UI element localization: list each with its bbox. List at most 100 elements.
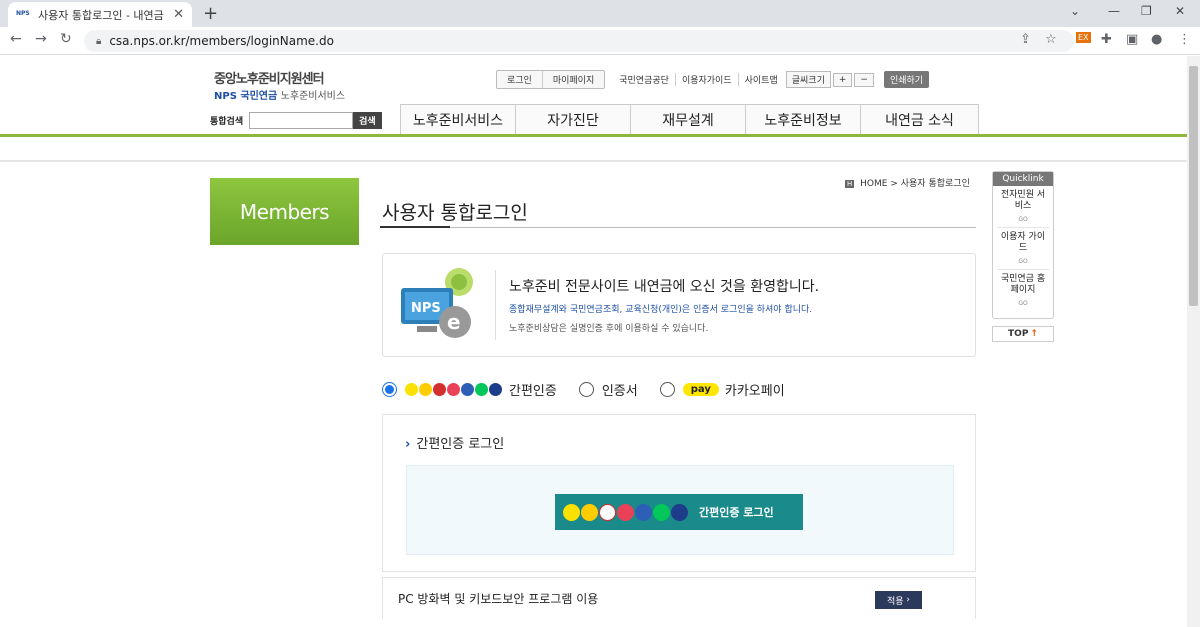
font-increase-button[interactable]: + xyxy=(832,72,853,87)
shinhan-icon xyxy=(489,383,502,396)
nav-item-news[interactable]: 내연금 소식 xyxy=(860,105,979,135)
scrollbar-thumb[interactable] xyxy=(1189,66,1198,306)
go-label: GO xyxy=(1018,258,1028,265)
mypage-link[interactable]: 마이페이지 xyxy=(543,71,604,88)
apply-button[interactable]: 적용 › xyxy=(875,591,922,609)
kakaopay-label[interactable]: 카카오페이 xyxy=(725,380,785,399)
nps-monitor-icon: NPS e xyxy=(401,268,473,338)
payco-icon xyxy=(599,503,616,521)
forward-icon[interactable]: → xyxy=(35,31,47,47)
quicklink-header: Quicklink xyxy=(993,172,1053,186)
welcome-divider xyxy=(495,270,496,340)
pc-security-row: PC 방화벽 및 키보드보안 프로그램 이용 적용 › xyxy=(382,577,976,619)
certificate-label[interactable]: 인증서 xyxy=(602,380,638,399)
new-tab-icon[interactable]: + xyxy=(203,3,218,24)
menu-kebab-icon[interactable]: ⋮ xyxy=(1178,32,1191,47)
nav-item-service[interactable]: 노후준비서비스 xyxy=(400,105,515,135)
bookmark-star-icon[interactable]: ☆ xyxy=(1045,32,1057,47)
kakaopay-badge-icon: pay xyxy=(682,383,719,396)
font-decrease-button[interactable]: − xyxy=(854,72,874,87)
radio-certificate[interactable] xyxy=(578,382,594,397)
naver-icon xyxy=(475,383,488,396)
simple-auth-heading-text: 간편인증 로그인 xyxy=(416,437,505,452)
browser-toolbar: ← → ↻ 🔒︎ csa.nps.or.kr/members/loginName… xyxy=(0,27,1200,55)
welcome-subnotice: 노후준비상담은 실명인증 후에 이용하실 수 있습니다. xyxy=(509,324,709,334)
logo-nps-text: NPS 국민연금 xyxy=(214,91,278,102)
close-tab-icon[interactable]: ✕ xyxy=(173,7,184,22)
main-nav: 노후준비서비스 자가진단 재무설계 노후준비정보 내연금 소식 xyxy=(400,104,979,135)
nps-favicon-icon: NPS xyxy=(16,9,30,17)
radio-simple-auth[interactable] xyxy=(382,382,397,397)
welcome-title: 노후준비 전문사이트 내연금에 오신 것을 환영합니다. xyxy=(509,279,820,295)
sitemap-link[interactable]: 사이트맵 xyxy=(739,73,784,86)
restore-icon[interactable]: ❐ xyxy=(1141,4,1152,18)
pc-security-label: PC 방화벽 및 키보드보안 프로그램 이용 xyxy=(398,592,599,606)
home-icon: H xyxy=(845,180,855,188)
simple-auth-login-label: 간편인증 로그인 xyxy=(699,506,774,519)
breadcrumb-current: 사용자 통합로그인 xyxy=(900,179,970,189)
nav-item-info[interactable]: 노후준비정보 xyxy=(745,105,860,135)
quicklink-item-label: 전자민원 서비스 xyxy=(1000,190,1046,211)
svg-text:NPS: NPS xyxy=(411,301,441,316)
welcome-notice: 종합재무설계와 국민연금조회, 교육신청(개인)은 인증서 로그인을 하셔야 합… xyxy=(509,305,813,315)
top-button[interactable]: TOP ↑ xyxy=(992,326,1054,342)
simple-auth-box: › 간편인증 로그인 간편인증 로그인 xyxy=(382,414,976,572)
auth-method-options: 간편인증 인증서 pay 카카오페이 xyxy=(382,380,785,399)
logo-service-text: 노후준비서비스 xyxy=(280,91,346,102)
extensions-puzzle-icon[interactable]: ✚ xyxy=(1101,32,1112,47)
bank-icon xyxy=(461,383,474,396)
url-text: csa.nps.or.kr/members/loginName.do xyxy=(109,34,334,48)
profile-avatar-icon[interactable]: ● xyxy=(1151,32,1162,47)
address-bar[interactable]: 🔒︎ csa.nps.or.kr/members/loginName.do xyxy=(84,30,1074,52)
close-window-icon[interactable]: ✕ xyxy=(1175,4,1185,18)
tab-search-icon[interactable]: ⌄ xyxy=(1070,4,1080,18)
guide-link[interactable]: 이용자가이드 xyxy=(676,73,739,86)
nav-item-finance[interactable]: 재무설계 xyxy=(630,105,745,135)
simple-auth-label[interactable]: 간편인증 xyxy=(509,380,557,399)
quicklink-item-label: 국민연금 홈페이지 xyxy=(1000,274,1046,295)
welcome-box: NPS e 노후준비 전문사이트 내연금에 오신 것을 환영합니다. 종합재무설… xyxy=(382,253,976,357)
search-input[interactable] xyxy=(249,112,354,129)
lock-icon: 🔒︎ xyxy=(96,35,102,47)
utility-nav: 로그인 마이페이지 국민연금공단 이용자가이드 사이트맵 글씨크기 + − 인쇄… xyxy=(496,70,930,89)
site-search: 통합검색 검색 xyxy=(210,112,382,129)
print-button[interactable]: 인쇄하기 xyxy=(883,71,930,88)
breadcrumb-home[interactable]: HOME xyxy=(860,179,887,189)
reload-icon[interactable]: ↻ xyxy=(60,31,72,47)
breadcrumb: H HOME > 사용자 통합로그인 xyxy=(845,176,970,189)
browser-tab[interactable]: NPS 사용자 통합로그인 - 내연금 ✕ xyxy=(8,2,192,27)
simple-auth-login-button[interactable]: 간편인증 로그인 xyxy=(555,494,803,530)
naver-icon xyxy=(653,503,670,521)
radio-kakaopay[interactable] xyxy=(659,382,675,397)
shinhan-icon xyxy=(671,503,688,521)
members-banner: Members xyxy=(210,178,359,245)
share-icon[interactable]: ⇪ xyxy=(1020,32,1031,47)
toss-icon xyxy=(581,503,598,521)
chevron-right-icon: › xyxy=(405,437,411,452)
subheader-divider xyxy=(0,160,1187,162)
minimize-icon[interactable]: — xyxy=(1108,4,1120,18)
nav-item-selfcheck[interactable]: 자가진단 xyxy=(515,105,630,135)
quicklink-item-guide[interactable]: 이용자 가이드 GO xyxy=(997,228,1049,270)
extension-ex-icon[interactable]: EX xyxy=(1076,32,1091,43)
search-button[interactable]: 검색 xyxy=(353,112,382,129)
font-size-label: 글씨크기 xyxy=(785,71,831,88)
kakao-icon xyxy=(563,503,580,521)
login-link[interactable]: 로그인 xyxy=(497,71,543,88)
quicklink-panel: Quicklink 전자민원 서비스 GO 이용자 가이드 GO 국민연금 홈페이지… xyxy=(992,171,1054,319)
page-scrollbar[interactable] xyxy=(1187,56,1200,627)
quicklink-item-civil[interactable]: 전자민원 서비스 GO xyxy=(997,186,1049,228)
back-icon[interactable]: ← xyxy=(10,31,22,47)
kakao-icon xyxy=(405,383,418,396)
site-logo[interactable]: 중앙노후준비지원센터 NPS 국민연금 노후준비서비스 xyxy=(214,68,345,102)
side-panel-icon[interactable]: ▣ xyxy=(1126,32,1138,47)
toss-icon xyxy=(419,383,432,396)
logo-title: 중앙노후준비지원센터 xyxy=(214,72,325,87)
browser-tab-strip: NPS 사용자 통합로그인 - 내연금 ✕ + ⌄ — ❐ ✕ xyxy=(0,0,1200,27)
bank-icon xyxy=(635,503,652,521)
simple-auth-heading: › 간편인증 로그인 xyxy=(405,433,504,452)
search-label: 통합검색 xyxy=(210,117,244,127)
quicklink-item-homepage[interactable]: 국민연금 홈페이지 GO xyxy=(997,270,1049,311)
nps-link[interactable]: 국민연금공단 xyxy=(613,73,676,86)
title-underline xyxy=(380,226,976,228)
